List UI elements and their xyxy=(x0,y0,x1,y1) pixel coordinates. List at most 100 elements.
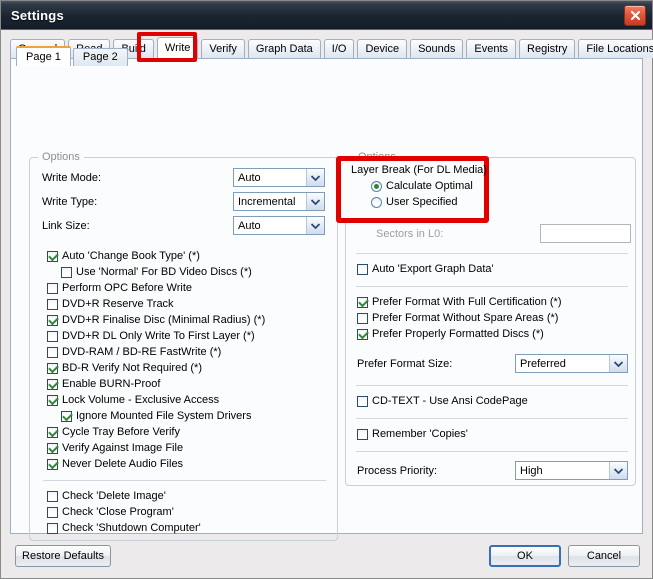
checkbox-cycle-tray-before-verify[interactable]: Cycle Tray Before Verify xyxy=(47,426,180,439)
tab-graph-data[interactable]: Graph Data xyxy=(248,39,321,58)
checkbox-cdtext-ansi-codepage[interactable]: CD-TEXT - Use Ansi CodePage xyxy=(357,395,528,408)
chevron-down-icon xyxy=(306,169,324,186)
checkbox-check-close-program[interactable]: Check 'Close Program' xyxy=(47,506,174,519)
tab-label: I/O xyxy=(332,43,347,55)
checkbox-dvdpr-finalise-disc[interactable]: DVD+R Finalise Disc (Minimal Radius) (*) xyxy=(47,314,265,327)
close-icon[interactable] xyxy=(624,5,646,26)
checkbox-indicator xyxy=(61,411,72,422)
tab-label: Sounds xyxy=(418,43,455,55)
checkbox-prefer-properly-formatted-discs[interactable]: Prefer Properly Formatted Discs (*) xyxy=(357,328,544,341)
checkbox-label: Enable BURN-Proof xyxy=(62,378,160,391)
checkbox-label: Lock Volume - Exclusive Access xyxy=(62,394,219,407)
prefer-format-size-label: Prefer Format Size: xyxy=(357,358,452,370)
checkbox-label: Perform OPC Before Write xyxy=(62,282,192,295)
checkbox-indicator xyxy=(47,251,58,262)
tab-label: Write xyxy=(165,42,190,54)
window-title: Settings xyxy=(11,8,64,23)
checkbox-prefer-format-without-spare-areas[interactable]: Prefer Format Without Spare Areas (*) xyxy=(357,312,558,325)
chevron-down-icon xyxy=(609,355,627,372)
checkbox-use-normal-bd-video[interactable]: Use 'Normal' For BD Video Discs (*) xyxy=(61,266,252,279)
window-titlebar: Settings xyxy=(1,1,652,30)
checkbox-label: Remember 'Copies' xyxy=(372,428,468,441)
chevron-down-icon xyxy=(306,217,324,234)
restore-defaults-button[interactable]: Restore Defaults xyxy=(15,545,111,567)
layer-break-group: Layer Break (For DL Media) Calculate Opt… xyxy=(351,164,487,176)
checkbox-indicator xyxy=(47,459,58,470)
tab-label: Graph Data xyxy=(256,43,313,55)
cancel-button[interactable]: Cancel xyxy=(568,545,640,567)
tab-sounds[interactable]: Sounds xyxy=(410,39,463,58)
checkbox-dvdpr-dl-first-layer[interactable]: DVD+R DL Only Write To First Layer (*) xyxy=(47,330,255,343)
tab-content-panel: Page 1 Page 2 Options Write Mode: Auto W… xyxy=(10,58,643,534)
process-priority-dropdown[interactable]: High xyxy=(515,461,628,480)
sectors-in-l0-input[interactable] xyxy=(540,224,631,243)
checkbox-label: Prefer Format With Full Certification (*… xyxy=(372,296,561,309)
left-options-group: Options Write Mode: Auto Write Type: Inc… xyxy=(29,157,338,541)
radio-indicator xyxy=(371,181,382,192)
tab-label: Events xyxy=(474,43,508,55)
checkbox-label: DVD+R Finalise Disc (Minimal Radius) (*) xyxy=(62,314,265,327)
tab-events[interactable]: Events xyxy=(466,39,516,58)
tab-device[interactable]: Device xyxy=(357,39,407,58)
prefer-format-size-dropdown[interactable]: Preferred xyxy=(515,354,628,373)
checkbox-prefer-format-full-certification[interactable]: Prefer Format With Full Certification (*… xyxy=(357,296,561,309)
checkbox-perform-opc-before-write[interactable]: Perform OPC Before Write xyxy=(47,282,192,295)
checkbox-indicator xyxy=(357,429,368,440)
checkbox-label: Auto 'Change Book Type' (*) xyxy=(62,250,200,263)
process-priority-value: High xyxy=(516,465,609,477)
checkbox-verify-against-image-file[interactable]: Verify Against Image File xyxy=(47,442,183,455)
tab-write[interactable]: Write xyxy=(157,37,198,58)
checkbox-indicator xyxy=(47,315,58,326)
link-size-value: Auto xyxy=(234,220,306,232)
tab-registry[interactable]: Registry xyxy=(519,39,575,58)
radio-user-specified[interactable]: User Specified xyxy=(371,196,458,209)
right-separator-4 xyxy=(356,418,628,419)
checkbox-check-delete-image[interactable]: Check 'Delete Image' xyxy=(47,490,166,503)
checkbox-label: Check 'Delete Image' xyxy=(62,490,166,503)
checkbox-auto-change-book-type[interactable]: Auto 'Change Book Type' (*) xyxy=(47,250,200,263)
ok-button[interactable]: OK xyxy=(489,545,561,567)
checkbox-indicator xyxy=(357,297,368,308)
checkbox-indicator xyxy=(47,427,58,438)
checkbox-label: Never Delete Audio Files xyxy=(62,458,183,471)
checkbox-bdr-verify-not-required[interactable]: BD-R Verify Not Required (*) xyxy=(47,362,202,375)
checkbox-indicator xyxy=(357,313,368,324)
write-type-dropdown[interactable]: Incremental xyxy=(233,192,325,211)
link-size-dropdown[interactable]: Auto xyxy=(233,216,325,235)
checkbox-label: Ignore Mounted File System Drivers xyxy=(76,410,251,423)
sectors-in-l0-label: Sectors in L0: xyxy=(376,228,443,240)
tab-page-2[interactable]: Page 2 xyxy=(73,48,128,66)
write-mode-dropdown[interactable]: Auto xyxy=(233,168,325,187)
checkbox-indicator xyxy=(47,443,58,454)
checkbox-label: DVD-RAM / BD-RE FastWrite (*) xyxy=(62,346,221,359)
checkbox-never-delete-audio-files[interactable]: Never Delete Audio Files xyxy=(47,458,183,471)
checkbox-enable-burn-proof[interactable]: Enable BURN-Proof xyxy=(47,378,160,391)
checkbox-label: DVD+R Reserve Track xyxy=(62,298,174,311)
radio-calculate-optimal[interactable]: Calculate Optimal xyxy=(371,180,473,193)
checkbox-ignore-mounted-fs-drivers[interactable]: Ignore Mounted File System Drivers xyxy=(61,410,251,423)
checkbox-remember-copies[interactable]: Remember 'Copies' xyxy=(357,428,468,441)
tab-file-locations[interactable]: File Locations xyxy=(578,39,653,58)
layer-break-title: Layer Break (For DL Media) xyxy=(351,164,487,176)
checkbox-label: Prefer Properly Formatted Discs (*) xyxy=(372,328,544,341)
checkbox-auto-export-graph-data[interactable]: Auto 'Export Graph Data' xyxy=(357,263,494,276)
checkbox-lock-volume-exclusive-access[interactable]: Lock Volume - Exclusive Access xyxy=(47,394,219,407)
checkbox-indicator xyxy=(47,379,58,390)
checkbox-dvdpr-reserve-track[interactable]: DVD+R Reserve Track xyxy=(47,298,174,311)
chevron-down-icon xyxy=(306,193,324,210)
left-separator xyxy=(43,480,326,481)
checkbox-indicator xyxy=(47,299,58,310)
write-type-label: Write Type: xyxy=(42,196,97,208)
checkbox-indicator xyxy=(47,347,58,358)
checkbox-label: Check 'Close Program' xyxy=(62,506,174,519)
tab-verify[interactable]: Verify xyxy=(201,39,245,58)
checkbox-indicator xyxy=(47,491,58,502)
prefer-format-size-value: Preferred xyxy=(516,358,609,370)
tab-io[interactable]: I/O xyxy=(324,39,355,58)
tab-label: File Locations xyxy=(586,43,653,55)
checkbox-label: CD-TEXT - Use Ansi CodePage xyxy=(372,395,528,408)
tab-page-1[interactable]: Page 1 xyxy=(16,46,71,66)
checkbox-indicator xyxy=(357,396,368,407)
checkbox-indicator xyxy=(47,283,58,294)
checkbox-dvdram-bdre-fastwrite[interactable]: DVD-RAM / BD-RE FastWrite (*) xyxy=(47,346,221,359)
